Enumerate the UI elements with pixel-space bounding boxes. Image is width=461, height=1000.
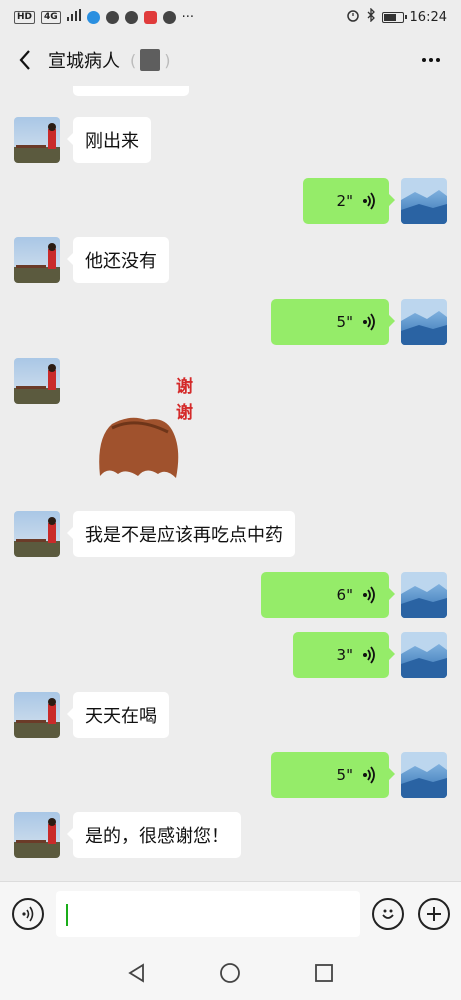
dot [429,58,433,62]
emoji-icon [382,909,394,919]
message-input[interactable] [56,891,360,937]
app-notification-icon [86,10,100,24]
voice-message-bubble[interactable]: 6" [261,572,395,618]
avatar-image [14,358,60,404]
redacted-block [140,49,161,71]
home-circle-icon [220,962,241,983]
sticker-image: 谢 谢 [99,376,193,478]
contact-avatar[interactable] [14,692,60,738]
nav-back-button[interactable] [117,953,157,993]
avatar-image [401,752,447,798]
sticker-message[interactable]: 谢 谢 [90,358,210,488]
voice-mode-button[interactable] [12,898,44,930]
voice-message-bubble[interactable]: 5" [271,752,395,798]
more-options-button[interactable] [413,45,449,75]
plus-button[interactable] [418,898,450,930]
my-avatar[interactable] [401,752,447,798]
avatar-image [401,299,447,345]
avatar-image [401,572,447,618]
voice-duration: 3" [336,646,353,664]
nav-home-button[interactable] [210,953,250,993]
chevron-left-icon [19,50,30,70]
avatar-image [14,237,60,283]
voice-duration: 5" [336,766,353,784]
my-avatar[interactable] [401,299,447,345]
voice-duration: 6" [336,586,353,604]
translate-icon [105,10,119,24]
plus-icon [427,907,441,921]
message-bubble-partial[interactable] [73,86,189,96]
voice-duration: 2" [336,192,353,210]
emoji-button[interactable] [372,898,404,930]
text-caret [66,904,68,926]
voice-message-bubble[interactable]: 5" [271,299,395,345]
my-avatar[interactable] [401,178,447,224]
message-bubble[interactable]: 天天在喝 [67,692,169,738]
back-triangle-icon [128,962,144,983]
chat-title: 宣城病人 [48,51,120,72]
voice-message-bubble[interactable]: 2" [303,178,395,224]
voice-wave-icon [363,586,375,604]
dot [422,58,426,62]
clock: 16:24 [409,9,447,25]
input-bar [0,881,461,945]
status-left: HD 4G ··· [14,9,194,25]
message-bubble[interactable]: 他还没有 [67,237,169,283]
message-bubble[interactable]: 刚出来 [67,117,151,163]
status-right: 16:24 [346,7,447,26]
back-button[interactable] [12,45,38,75]
hd-badge: HD [14,10,36,24]
contact-avatar[interactable] [14,117,60,163]
recents-square-icon [315,963,334,982]
avatar-image [14,692,60,738]
member-count-redacted: ( ) [130,49,171,71]
paren-close: ) [164,50,171,70]
paren-open: ( [130,50,137,70]
avatar-image [401,178,447,224]
contact-avatar[interactable] [14,511,60,557]
sticker-text-2: 谢 [176,402,193,423]
voice-wave-icon [363,313,375,331]
nav-recents-button[interactable] [304,953,344,993]
contact-avatar[interactable] [14,358,60,404]
my-avatar[interactable] [401,632,447,678]
signal-icon [66,9,81,25]
my-avatar[interactable] [401,572,447,618]
message-list[interactable]: 刚出来 2" 他还没有 5" 谢 谢 我是不是应该再吃点中药 6" 3" 天天在… [0,86,461,881]
voice-message-bubble[interactable]: 3" [293,632,395,678]
more-notifications: ··· [181,9,195,25]
voice-wave-icon [363,192,375,210]
chat-header: 宣城病人 ( ) [0,34,461,86]
avatar-image [14,812,60,858]
system-nav-bar [0,945,461,1000]
chat-title-wrap: 宣城病人 ( ) [48,47,171,73]
sticker-text-1: 谢 [176,376,193,397]
battery-icon [381,11,407,23]
contact-avatar[interactable] [14,812,60,858]
alarm-icon [346,8,360,26]
network-badge: 4G [41,10,61,24]
avatar-image [14,117,60,163]
app-red-icon [143,10,157,24]
voice-mode-icon [22,906,34,922]
status-bar: HD 4G ··· 16:24 [0,0,461,34]
contact-avatar[interactable] [14,237,60,283]
shield-icon [162,10,176,24]
bluetooth-icon [366,7,376,26]
avatar-image [14,511,60,557]
message-bubble[interactable]: 是的，很感谢您！ [67,812,241,858]
voice-wave-icon [363,766,375,784]
message-bubble[interactable]: 我是不是应该再吃点中药 [67,511,295,557]
battery-fill [383,13,397,21]
voice-duration: 5" [336,313,353,331]
avatar-image [401,632,447,678]
dot [436,58,440,62]
voice-wave-icon [363,646,375,664]
message-icon [124,10,138,24]
